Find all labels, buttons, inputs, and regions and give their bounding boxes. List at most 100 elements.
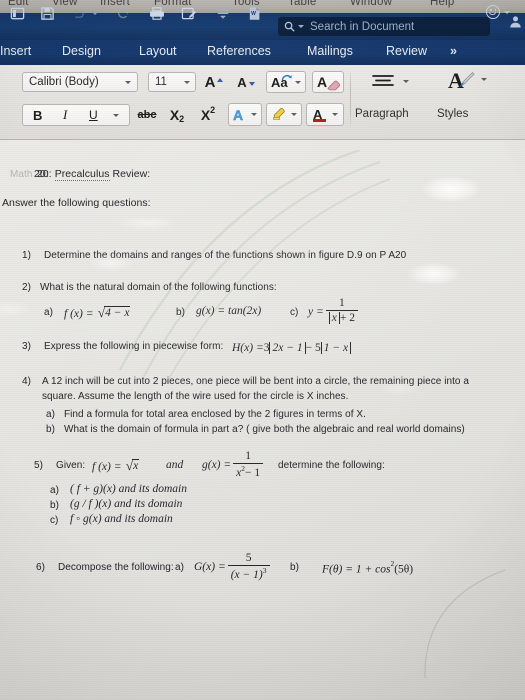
font-color-caret[interactable] [332,113,338,116]
question-5b-label: b) [50,500,59,511]
styles-group-label: Styles [437,108,469,120]
subscript-label: X [169,106,180,123]
text-effects-button[interactable]: A [228,103,262,126]
chevron-down-icon[interactable] [125,80,131,84]
menu-table[interactable]: Table [288,0,317,8]
question-6a-expression: G(x) = 5 (x − 1)3 [194,552,272,582]
question-1-number: 1) [22,250,31,261]
spellcheck-word: Precalculus [54,168,110,181]
question-4-number: 4) [22,376,31,387]
paragraph-dropdown-caret[interactable] [403,80,409,83]
word-document-icon[interactable]: W [245,4,264,23]
highlight-color-button[interactable] [266,103,302,126]
tab-references[interactable]: References [207,44,271,58]
question-6b-label: b) [290,562,299,573]
q2c-numerator: 1 [338,297,345,309]
align-icon [372,75,394,86]
font-color-swatch [313,119,326,122]
highlighter-icon [273,108,285,120]
q5-f-lhs: f (x) = [92,461,122,473]
q6b-tail: (5θ) [394,563,414,576]
fraction-3: 5 (x − 1)3 [227,552,270,581]
question-4-line2: square. Assume the length of the wire us… [42,391,349,402]
grow-font-button[interactable]: A [200,72,228,92]
q6a-denominator: (x − 1) [230,568,263,581]
q2c-denominator: x + 2 [326,312,358,325]
account-icon[interactable] [509,15,522,33]
tab-layout[interactable]: Layout [139,44,177,58]
question-2a-label: a) [44,307,53,318]
undo-icon[interactable] [68,4,87,23]
question-2-text: What is the natural domain of the follow… [40,282,277,293]
menu-window[interactable]: Window [350,0,392,8]
search-scope-caret[interactable] [298,25,304,28]
customize-toolbar-icon[interactable] [213,4,232,23]
smiley-dropdown-caret[interactable] [504,11,510,14]
question-6a-label: a) [175,562,184,573]
question-3-text: Express the following in piecewise form: [44,341,224,352]
font-family-select[interactable]: Calibri (Body) [22,72,138,92]
superscript-sup: 2 [210,104,216,115]
subscript-sub: 2 [179,113,185,124]
underline-button[interactable]: U [89,108,98,122]
question-5-number: 5) [34,460,43,471]
tab-insert[interactable]: Insert [0,44,31,58]
question-6-number: 6) [36,562,45,573]
q5-g-numerator: 1 [245,450,252,462]
highlight-caret[interactable] [291,113,297,116]
tab-overflow-chevron[interactable]: » [450,44,457,58]
sidebar-toggle-icon[interactable] [8,4,27,23]
redo-icon[interactable] [114,4,133,23]
italic-button[interactable]: I [63,107,67,123]
chevron-down-icon-3[interactable] [295,80,301,84]
square-root-icon-2: √ x [125,458,140,473]
strikethrough-button[interactable]: abc [132,104,162,126]
fraction: 1 x + 2 [325,297,358,325]
question-5a-text: ( f + g)(x) and its domain [70,483,187,495]
paragraph-align-button[interactable] [367,70,399,92]
superscript-button[interactable]: X2 [194,103,222,126]
shrink-font-label: A [237,74,247,90]
track-changes-icon[interactable] [179,4,198,23]
text-effects-label: A [233,106,244,123]
styles-button[interactable]: A [436,66,476,96]
smiley-feedback-icon[interactable] [486,5,500,19]
question-6b-expression: F(θ) = 1 + cos2(5θ) [322,559,413,577]
abs-value: x [328,312,340,325]
tab-design[interactable]: Design [62,44,101,58]
question-2a-expression: f (x) = √ 4 − x [64,304,131,322]
subscript-button[interactable]: X2 [163,103,191,126]
question-4b-label: b) [46,424,55,435]
menu-help[interactable]: Help [430,0,454,8]
question-2c-label: c) [290,307,299,318]
underline-dropdown-caret[interactable] [113,114,119,117]
q6b-expr: F(θ) = 1 + cos [322,563,391,576]
question-5c-label: c) [50,515,59,526]
tab-review[interactable]: Review [386,44,427,58]
undo-dropdown-caret[interactable] [92,12,98,15]
print-icon[interactable] [147,4,166,23]
question-2c-expression: y = 1 x + 2 [308,297,360,325]
question-5a-label: a) [50,485,59,496]
text-effects-caret[interactable] [251,113,257,116]
eraser-icon [327,80,341,91]
q5-f-radicand: x [132,459,140,472]
document-title-prefix: Math [10,169,33,180]
chevron-down-icon-2[interactable] [184,80,190,84]
font-size-select[interactable]: 11 [148,72,196,92]
save-icon[interactable] [38,4,57,23]
change-case-button[interactable]: Aa [266,71,306,93]
search-input[interactable]: Search in Document [278,17,490,36]
tab-mailings[interactable]: Mailings [307,44,353,58]
bold-button[interactable]: B [33,108,42,123]
q2a-radicand: 4 − x [104,306,131,319]
shrink-font-button[interactable]: A [232,72,260,92]
document-page[interactable]: Math 20: 20: Precalculus Review: Answer … [0,140,525,700]
styles-dropdown-caret[interactable] [481,78,487,81]
q6a-den-exp: 3 [262,566,267,576]
font-style-button-group[interactable]: B I U [22,104,130,126]
question-5-tail: determine the following: [278,460,385,471]
font-color-button[interactable]: A [306,103,344,126]
question-5-g-expression: g(x) = 1 x2− 1 [202,450,265,480]
clear-formatting-button[interactable]: A [312,71,344,93]
